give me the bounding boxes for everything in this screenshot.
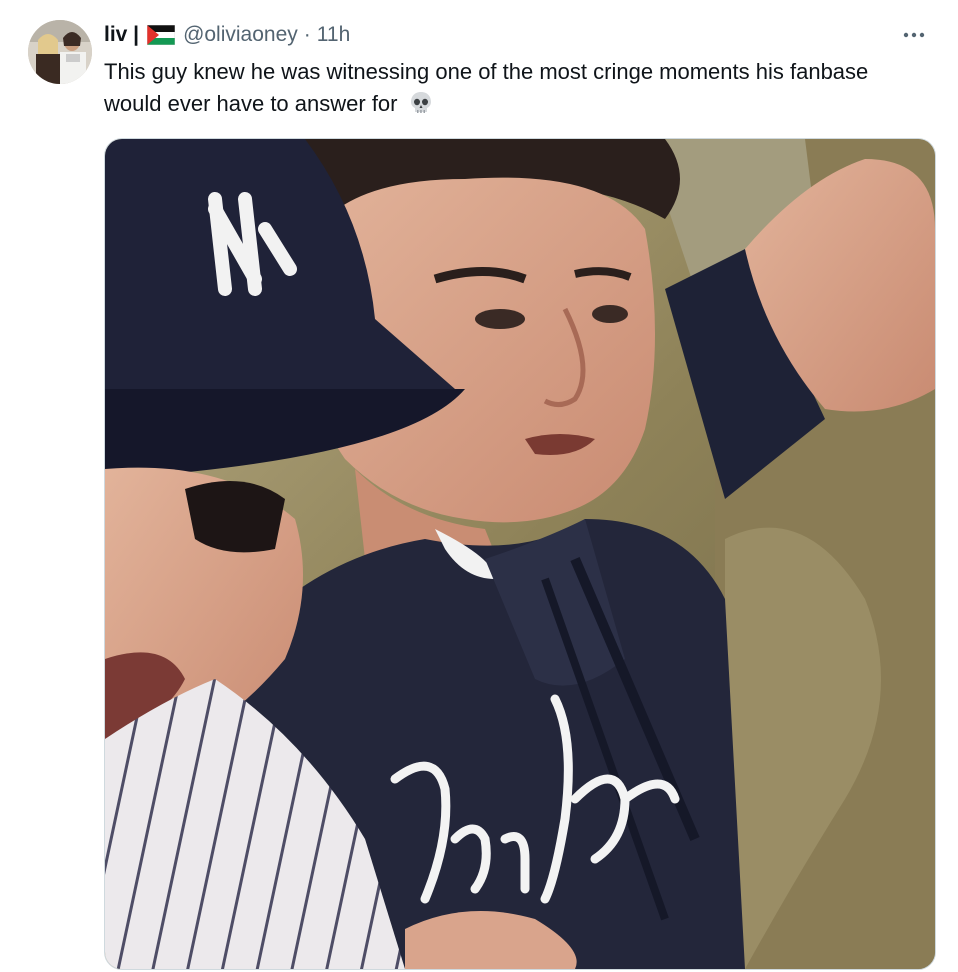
tweet-media-photo[interactable]	[104, 138, 936, 970]
timestamp[interactable]: 11h	[317, 23, 350, 47]
tweet-text: This guy knew he was witnessing one of t…	[104, 56, 904, 120]
tweet-header: liv | @oliviaoney · 11h	[104, 22, 350, 48]
more-horizontal-icon	[902, 26, 926, 44]
tweet-card[interactable]: liv | @oliviaoney · 11h This guy knew he…	[0, 0, 958, 972]
tweet-body: This guy knew he was witnessing one of t…	[104, 59, 869, 116]
palestine-flag-icon	[147, 25, 176, 45]
skull-emoji-icon	[408, 90, 434, 116]
display-name[interactable]: liv |	[104, 23, 139, 47]
avatar[interactable]	[28, 20, 92, 84]
user-handle[interactable]: @oliviaoney	[183, 23, 298, 47]
more-button[interactable]	[894, 20, 934, 50]
separator-dot: ·	[303, 23, 311, 46]
